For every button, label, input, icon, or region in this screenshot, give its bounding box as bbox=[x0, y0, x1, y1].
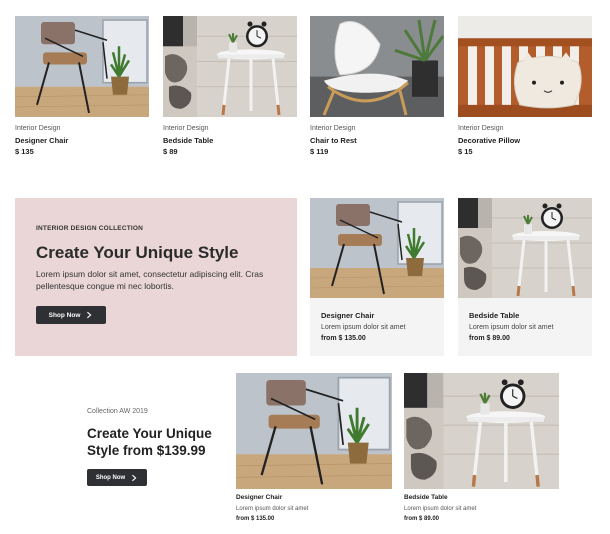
collection-image-designer-chair[interactable] bbox=[236, 373, 392, 489]
product-name[interactable]: Chair to Rest bbox=[310, 136, 357, 145]
product-category: Interior Design bbox=[310, 125, 356, 132]
product-category: Interior Design bbox=[163, 125, 209, 132]
feature-image-bedside-table[interactable] bbox=[458, 198, 592, 298]
collection-image-bedside-table[interactable] bbox=[404, 373, 559, 489]
collection-headline: Create Your Unique Style from $139.99 bbox=[87, 426, 212, 458]
collection-item-price: from $ 135.00 bbox=[236, 516, 275, 522]
collection-label: Collection AW 2019 bbox=[87, 408, 148, 415]
product-image-chair-to-rest[interactable] bbox=[310, 16, 444, 117]
collection-banner: INTERIOR DESIGN COLLECTION Create Your U… bbox=[15, 198, 297, 356]
product-name[interactable]: Designer Chair bbox=[15, 136, 68, 145]
product-category: Interior Design bbox=[15, 125, 61, 132]
feature-card-price: from $ 89.00 bbox=[469, 335, 510, 342]
banner-headline: Create Your Unique Style bbox=[36, 243, 239, 262]
feature-card-price: from $ 135.00 bbox=[321, 335, 366, 342]
chevron-right-icon bbox=[85, 311, 93, 319]
collection-item-price: from $ 89.00 bbox=[404, 516, 440, 522]
banner-description: Lorem ipsum dolor sit amet, consectetur … bbox=[36, 269, 264, 291]
collection-item-description: Lorem ipsum dolor sit amet bbox=[236, 506, 309, 512]
product-price: $ 135 bbox=[15, 147, 34, 156]
shop-now-button[interactable]: Shop Now bbox=[36, 306, 106, 324]
product-category: Interior Design bbox=[458, 125, 504, 132]
collection-shop-now-button[interactable]: Shop Now bbox=[87, 469, 147, 486]
product-image-designer-chair[interactable] bbox=[15, 16, 149, 117]
chevron-right-icon bbox=[130, 474, 138, 482]
product-image-bedside-table[interactable] bbox=[163, 16, 297, 117]
feature-card-description: Lorem ipsum dolor sit amet bbox=[469, 324, 554, 331]
collection-item-title[interactable]: Designer Chair bbox=[236, 494, 282, 501]
banner-eyebrow: INTERIOR DESIGN COLLECTION bbox=[36, 225, 144, 232]
feature-image-designer-chair[interactable] bbox=[310, 198, 444, 298]
collection-item-description: Lorem ipsum dolor sit amet bbox=[404, 506, 477, 512]
feature-card-title[interactable]: Designer Chair bbox=[321, 311, 374, 320]
product-price: $ 15 bbox=[458, 147, 473, 156]
feature-card-description: Lorem ipsum dolor sit amet bbox=[321, 324, 406, 331]
product-name[interactable]: Bedside Table bbox=[163, 136, 213, 145]
product-image-decorative-pillow[interactable] bbox=[458, 16, 592, 117]
shop-now-label: Shop Now bbox=[95, 474, 126, 481]
product-name[interactable]: Decorative Pillow bbox=[458, 136, 520, 145]
collection-item-title[interactable]: Bedside Table bbox=[404, 494, 448, 501]
product-price: $ 89 bbox=[163, 147, 178, 156]
feature-card-title[interactable]: Bedside Table bbox=[469, 311, 519, 320]
product-price: $ 119 bbox=[310, 147, 329, 156]
shop-now-label: Shop Now bbox=[48, 311, 81, 319]
